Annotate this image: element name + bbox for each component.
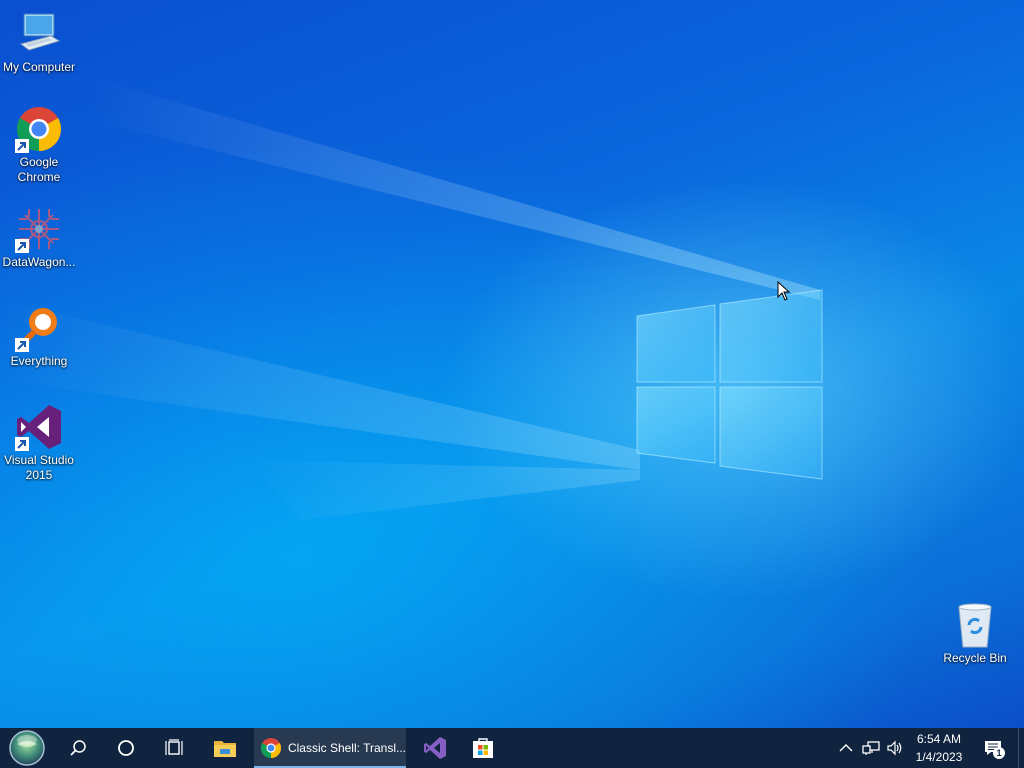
cortana-circle-icon: [118, 740, 134, 756]
search-button[interactable]: [56, 728, 100, 768]
desktop-icon-label: Recycle Bin: [943, 651, 1007, 665]
task-view-icon: [165, 739, 183, 755]
datawagon-icon: [15, 205, 63, 253]
start-orb-icon: [9, 730, 45, 766]
show-hidden-icons-button[interactable]: [836, 728, 856, 768]
volume-icon: [887, 740, 902, 756]
store-icon: [473, 738, 493, 758]
show-desktop-button[interactable]: [1018, 728, 1024, 768]
start-button[interactable]: [0, 728, 54, 768]
shortcut-arrow-icon: [15, 239, 29, 253]
visual-studio-icon: [424, 737, 446, 759]
desktop-icon-google-chrome[interactable]: Google Chrome: [0, 105, 78, 185]
volume-button[interactable]: [884, 728, 906, 768]
visual-studio-icon: [15, 403, 63, 451]
taskbar-file-explorer[interactable]: [202, 728, 248, 768]
everything-search-icon: [15, 304, 63, 352]
computer-icon: [15, 10, 63, 58]
clock-date: 1/4/2023: [915, 750, 963, 764]
taskbar-visual-studio[interactable]: [412, 728, 458, 768]
shortcut-arrow-icon: [15, 338, 29, 352]
action-center-button[interactable]: 1: [976, 728, 1010, 768]
desktop-icon-label: My Computer: [2, 60, 76, 74]
chevron-up-icon: [839, 744, 853, 752]
taskbar-chrome-window[interactable]: Classic Shell: Transl...: [254, 728, 406, 768]
mouse-cursor-icon: [777, 281, 791, 301]
clock-button[interactable]: 6:54 AM 1/4/2023: [910, 728, 968, 768]
recycle-bin-icon: [951, 601, 999, 649]
cortana-button[interactable]: [104, 728, 148, 768]
desktop[interactable]: My Computer Google Chrome DataWagon... E…: [0, 0, 1024, 728]
desktop-icon-recycle-bin[interactable]: Recycle Bin: [936, 601, 1014, 666]
folder-icon: [214, 741, 236, 757]
wallpaper: [0, 80, 823, 520]
chrome-icon: [260, 737, 282, 759]
clock-time: 6:54 AM: [916, 732, 962, 746]
desktop-icon-label: DataWagon...: [2, 255, 76, 269]
shortcut-arrow-icon: [15, 437, 29, 451]
taskbar-window-title: Classic Shell: Transl...: [287, 741, 406, 755]
desktop-icon-visual-studio[interactable]: Visual Studio 2015: [0, 403, 78, 483]
taskbar-microsoft-store[interactable]: [460, 728, 506, 768]
shortcut-arrow-icon: [15, 139, 29, 153]
desktop-icon-label: Visual Studio 2015: [4, 453, 74, 482]
task-view-button[interactable]: [152, 728, 196, 768]
desktop-icon-label: Everything: [10, 354, 68, 368]
notification-count-badge: 1: [993, 747, 1005, 759]
search-icon: [70, 740, 86, 756]
desktop-icon-everything[interactable]: Everything: [0, 304, 78, 369]
desktop-icon-datawagon[interactable]: DataWagon...: [0, 205, 78, 270]
taskbar: Classic Shell: Transl... 6:54 AM 1/4/202…: [0, 728, 1024, 768]
desktop-icon-label: Google Chrome: [17, 155, 61, 184]
network-icon: [862, 741, 880, 755]
chrome-icon: [15, 105, 63, 153]
network-button[interactable]: [860, 728, 882, 768]
desktop-icon-my-computer[interactable]: My Computer: [0, 10, 78, 75]
